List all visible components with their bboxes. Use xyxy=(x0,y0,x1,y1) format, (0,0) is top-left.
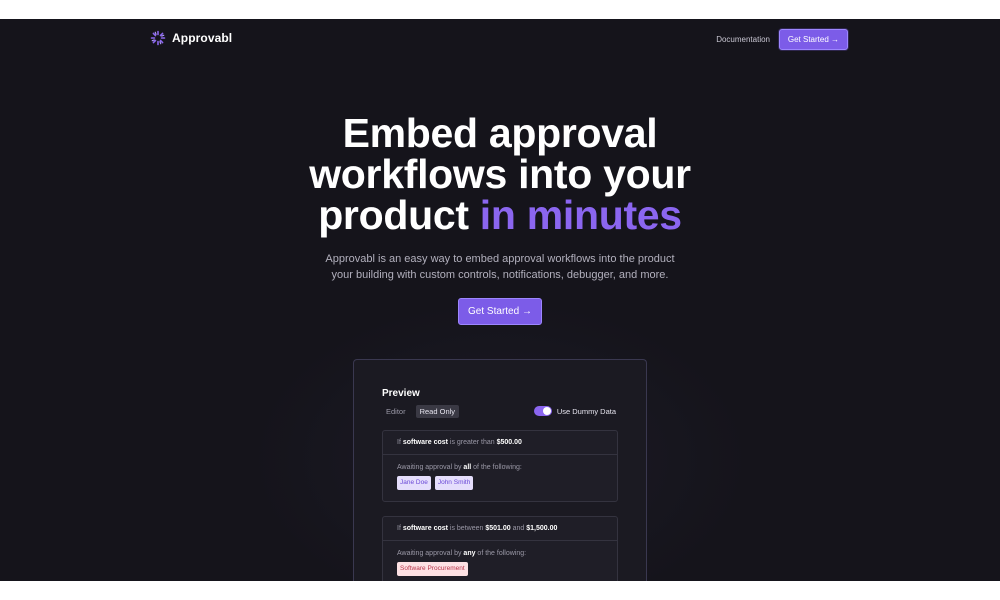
rule-card-1: If software cost is greater than $500.00… xyxy=(382,430,618,502)
preview-tabs: Editor Read Only xyxy=(382,405,460,418)
hero-title-accent: in minutes xyxy=(479,192,682,238)
hero-title-plain: product xyxy=(318,192,480,238)
top-nav: Approvabl Documentation Get Started → xyxy=(150,29,848,51)
hero-get-started-button[interactable]: Get Started → xyxy=(458,298,542,325)
await-suffix: of the following: xyxy=(475,550,527,557)
rule-condition: If software cost is greater than $500.00 xyxy=(383,431,617,455)
hero-title-line-3: product in minutes xyxy=(0,195,1000,236)
rule-value-min: $501.00 xyxy=(485,525,511,532)
rule-field: software cost xyxy=(402,525,448,532)
preview-title: Preview xyxy=(382,388,420,399)
rule-operator: is between xyxy=(447,525,486,532)
tab-editor[interactable]: Editor xyxy=(382,405,410,418)
approver-chips: Software Procurement xyxy=(397,562,603,576)
hero-subtitle: Approvabl is an easy way to embed approv… xyxy=(300,251,700,283)
hero-subtitle-line-1: Approvabl is an easy way to embed approv… xyxy=(325,253,675,265)
hero-title-line-1: Embed approval xyxy=(342,110,658,156)
await-suffix: of the following: xyxy=(471,464,522,471)
approver-chip[interactable]: John Smith xyxy=(434,476,474,490)
brand-name: Approvabl xyxy=(172,31,233,45)
await-quantifier: any xyxy=(463,550,476,557)
hero-title-line-2: workflows into your xyxy=(309,151,691,197)
dummy-data-toggle[interactable]: Use Dummy Data xyxy=(533,406,616,416)
nav-get-started-button[interactable]: Get Started → xyxy=(778,29,848,50)
rule-await-text: Awaiting approval by all of the followin… xyxy=(397,464,603,471)
rule-value: $500.00 xyxy=(496,439,522,446)
toggle-label: Use Dummy Data xyxy=(556,406,616,416)
rule-condition: If software cost is between $501.00 and … xyxy=(383,517,617,541)
rule-and: and xyxy=(510,525,527,532)
rule-operator: is greater than xyxy=(447,439,497,446)
await-prefix: Awaiting approval by xyxy=(397,550,464,557)
approver-chips: Jane Doe John Smith xyxy=(397,476,603,490)
app-frame: Approvabl Documentation Get Started → Em… xyxy=(0,19,1000,581)
rule-value-max: $1,500.00 xyxy=(526,525,558,532)
approver-chip[interactable]: Software Procurement xyxy=(397,562,468,576)
approver-chip[interactable]: Jane Doe xyxy=(397,476,431,490)
rule-await-text: Awaiting approval by any of the followin… xyxy=(397,550,603,557)
rule-approvals: Awaiting approval by any of the followin… xyxy=(383,541,617,576)
preview-card: Preview Editor Read Only Use Dummy Data … xyxy=(353,359,647,581)
await-prefix: Awaiting approval by xyxy=(397,464,464,471)
toggle-switch-icon[interactable] xyxy=(533,406,552,416)
rule-card-2: If software cost is between $501.00 and … xyxy=(382,516,618,581)
toggle-knob xyxy=(542,407,551,415)
hero-title: Embed approval workflows into your produ… xyxy=(0,113,1000,236)
rule-approvals: Awaiting approval by all of the followin… xyxy=(383,455,617,490)
hero-subtitle-line-2: your building with custom controls, noti… xyxy=(331,269,669,281)
rule-field: software cost xyxy=(402,439,448,446)
nav-link-documentation[interactable]: Documentation xyxy=(716,35,770,44)
tab-read-only[interactable]: Read Only xyxy=(415,405,460,418)
brand-logo[interactable]: Approvabl xyxy=(150,30,232,46)
logo-icon xyxy=(150,30,166,46)
